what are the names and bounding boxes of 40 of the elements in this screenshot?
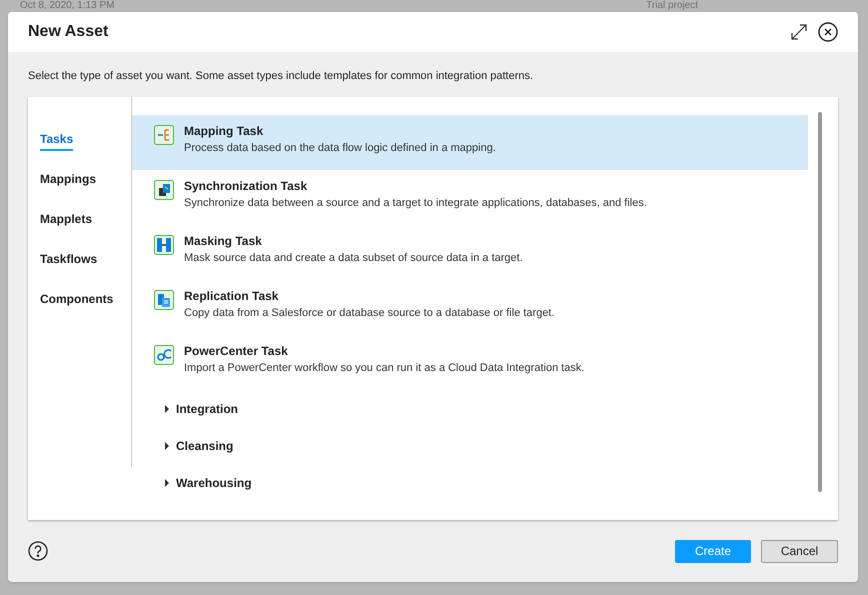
project-text: Trial project	[646, 0, 698, 12]
asset-description: Copy data from a Salesforce or database source to a database or file target.	[184, 306, 555, 321]
asset-row[interactable]: Mapping Task Process data based on the data flow logic defined in a mapping.	[132, 115, 808, 170]
sidebar-tab[interactable]: Mappings	[40, 170, 96, 189]
caret-right-icon[interactable]	[164, 404, 170, 412]
asset-name: Synchronization Task	[184, 179, 308, 194]
sidebar-tab[interactable]: Taskflows	[40, 250, 98, 269]
help-icon[interactable]	[28, 541, 48, 561]
asset-name: Masking Task	[184, 234, 263, 249]
category-label[interactable]: Integration	[176, 400, 238, 418]
asset-row[interactable]: Replication Task Copy data from a Salesforce or database source to a database or file target.	[132, 280, 808, 335]
date-text: Oct 8, 2020, 1:13 PM	[20, 0, 114, 12]
sidebar-tab[interactable]: Mapplets	[40, 210, 92, 229]
dialog-title: New Asset	[28, 22, 108, 42]
asset-name: PowerCenter Task	[184, 344, 289, 359]
flow-icon	[154, 125, 174, 145]
asset-description: Import a PowerCenter workflow so you can run it as a Cloud Data Integration task.	[184, 361, 584, 376]
database-icon	[154, 180, 174, 200]
asset-row[interactable]: PowerCenter Task Import a PowerCenter workflow so you can run it as a Cloud Data Integration task.	[132, 335, 808, 390]
asset-row[interactable]: Masking Task Mask source data and create a data subset of source data in a target.	[132, 225, 808, 280]
asset-row[interactable]: Synchronization Task Synchronize data between a source and a target to integrate applications, databases, and files.	[132, 170, 808, 225]
asset-description: Mask source data and create a data subset of source data in a target.	[184, 251, 523, 266]
asset-name: Mapping Task	[184, 124, 264, 139]
caret-right-icon[interactable]	[164, 478, 170, 486]
cancel-button[interactable]: Cancel	[761, 540, 838, 562]
description-text: Select the type of asset you want. Some asset types include templates for common integration patterns.	[27, 69, 534, 84]
expand-icon[interactable]	[790, 23, 808, 41]
caret-right-icon[interactable]	[164, 442, 170, 450]
sidebar-tab[interactable]: Tasks	[40, 130, 74, 151]
ring-icon	[154, 345, 174, 365]
asset-description: Process data based on the data flow logic defined in a mapping.	[184, 141, 496, 156]
sidebar-tab[interactable]: Components	[40, 290, 114, 309]
document-icon	[154, 290, 174, 310]
asset-description: Synchronize data between a source and a target to integrate applications, databases, and files.	[184, 196, 647, 211]
category-label[interactable]: Warehousing	[176, 474, 252, 492]
grid-icon	[154, 235, 174, 255]
category-label[interactable]: Cleansing	[176, 436, 234, 454]
asset-name: Replication Task	[184, 289, 280, 304]
scrollbar[interactable]	[818, 112, 822, 492]
close-icon[interactable]	[818, 22, 838, 42]
